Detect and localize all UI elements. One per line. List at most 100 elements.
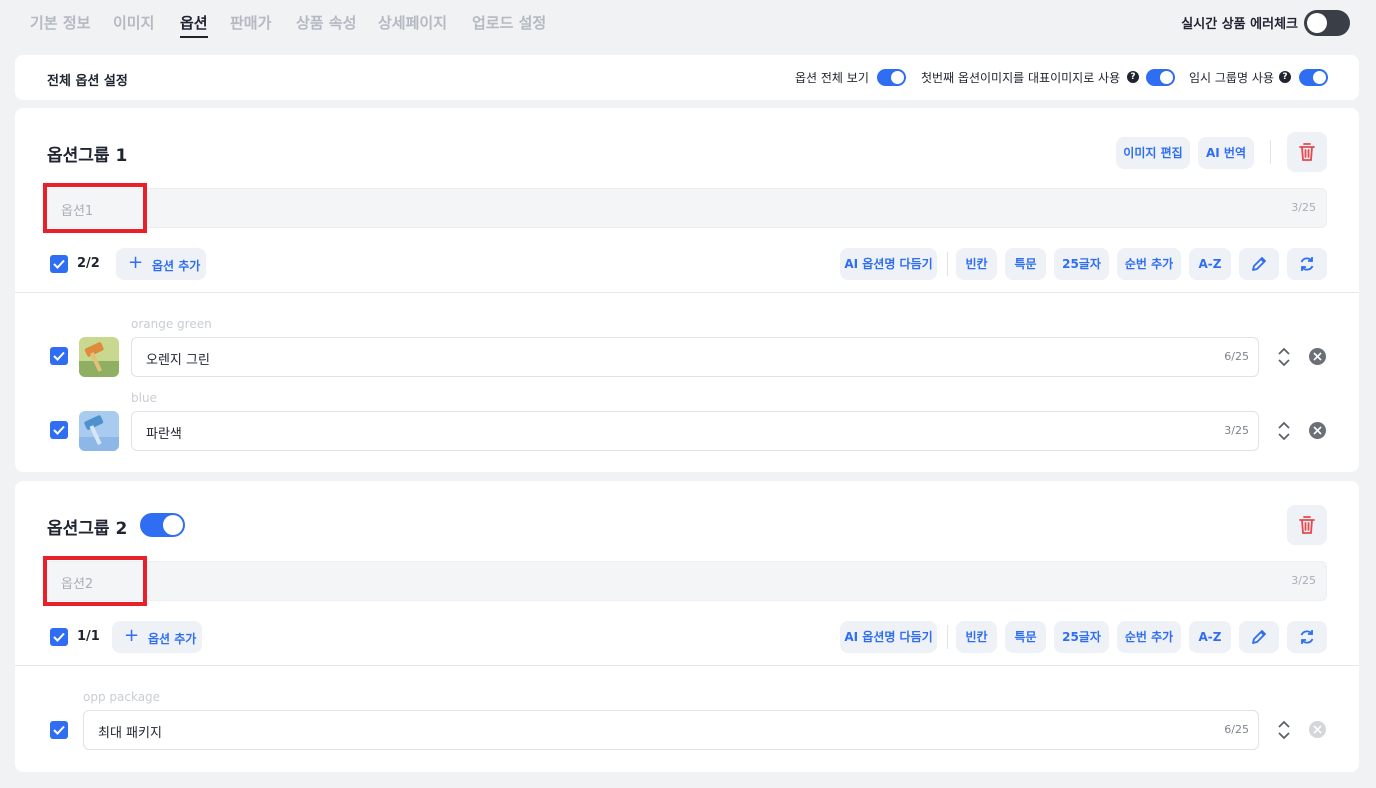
check-icon (53, 351, 65, 361)
highlight-box (43, 183, 147, 233)
toggle-knob (1313, 71, 1326, 84)
close-icon (1313, 426, 1322, 435)
trash-icon (1299, 143, 1315, 161)
realtime-check-label: 실시간 상품 에러체크 (1181, 17, 1298, 32)
first-image-label: 첫번째 옵션이미지를 대표이미지로 사용 (921, 71, 1121, 85)
refresh-button[interactable] (1287, 621, 1327, 653)
limit-25-button[interactable]: 25글자 (1054, 621, 1109, 653)
temp-group-label: 임시 그룹명 사용 (1189, 71, 1274, 85)
select-all-checkbox[interactable] (50, 255, 68, 273)
char-count: 6/25 (1224, 723, 1249, 736)
check-icon (53, 425, 65, 435)
temp-group-toggle[interactable] (1299, 69, 1328, 86)
group-name-input[interactable]: 옵션2 3/25 (45, 561, 1327, 601)
select-all-checkbox[interactable] (50, 628, 68, 646)
realtime-check-toggle[interactable] (1304, 10, 1350, 36)
limit-25-button[interactable]: 25글자 (1054, 248, 1109, 280)
option-checkbox[interactable] (50, 421, 68, 439)
add-option-button[interactable]: + 옵션 추가 (112, 621, 202, 653)
close-icon (1313, 725, 1322, 734)
option-original-name: opp package (83, 690, 161, 704)
add-option-button[interactable]: + 옵션 추가 (116, 248, 206, 280)
delete-group-button[interactable] (1287, 505, 1327, 545)
tab-price[interactable]: 판매가 (230, 12, 271, 33)
remove-icon[interactable] (1309, 422, 1326, 439)
group-title: 옵션그룹 1 (47, 146, 128, 166)
selected-count: 2/2 (77, 256, 100, 271)
remove-icon[interactable] (1309, 348, 1326, 365)
option-checkbox[interactable] (50, 347, 68, 365)
option-name-input[interactable]: 오렌지 그린 6/25 (131, 337, 1259, 377)
option-original-name: orange green (131, 317, 212, 331)
option-value: 오렌지 그린 (146, 353, 210, 368)
option-thumbnail[interactable] (79, 411, 119, 451)
selected-count: 1/1 (77, 629, 100, 644)
divider (15, 292, 1359, 293)
divider (947, 625, 948, 649)
plus-icon: + (128, 252, 144, 273)
tab-options[interactable]: 옵션 (180, 12, 208, 38)
char-count: 3/25 (1224, 424, 1249, 437)
tab-detail-page[interactable]: 상세페이지 (378, 12, 447, 33)
option-image (79, 411, 119, 451)
highlight-box (43, 556, 147, 606)
group-name-input[interactable]: 옵션1 3/25 (45, 188, 1327, 228)
ai-translate-button[interactable]: AI 번역 (1198, 137, 1254, 169)
settings-title: 전체 옵션 설정 (47, 74, 128, 89)
group-enable-toggle[interactable] (140, 513, 185, 537)
toggle-knob (1160, 71, 1173, 84)
option-checkbox[interactable] (50, 721, 68, 739)
option-group-2: 옵션그룹 2 옵션2 3/25 1/1 + 옵션 추가 AI 옵션명 다듬기 빈… (15, 481, 1359, 772)
option-value: 최대 패키지 (98, 726, 162, 741)
tab-upload-settings[interactable]: 업로드 설정 (472, 12, 546, 33)
toggle-knob (1307, 13, 1327, 33)
option-thumbnail[interactable] (79, 337, 119, 377)
refresh-button[interactable] (1287, 248, 1327, 280)
sort-az-button[interactable]: A-Z (1189, 621, 1231, 653)
plus-icon: + (124, 625, 140, 646)
check-icon (53, 632, 65, 642)
check-icon (53, 259, 65, 269)
option-name-input[interactable]: 파란색 3/25 (131, 411, 1259, 451)
ai-refine-button[interactable]: AI 옵션명 다듬기 (840, 248, 937, 280)
refresh-icon (1300, 257, 1314, 271)
option-value: 파란색 (146, 427, 182, 442)
divider (15, 665, 1359, 666)
global-option-settings: 전체 옵션 설정 옵션 전체 보기 첫번째 옵션이미지를 대표이미지로 사용 ?… (15, 55, 1359, 100)
sort-icon[interactable] (1277, 421, 1291, 441)
check-icon (53, 725, 65, 735)
edit-button[interactable] (1239, 621, 1279, 653)
special-char-button[interactable]: 특문 (1005, 248, 1046, 280)
first-image-toggle[interactable] (1146, 69, 1175, 86)
view-all-toggle[interactable] (877, 69, 906, 86)
option-image (79, 337, 119, 377)
pencil-icon (1252, 257, 1266, 271)
group-title: 옵션그룹 2 (47, 519, 128, 539)
add-option-label: 옵션 추가 (152, 259, 201, 273)
view-all-label: 옵션 전체 보기 (795, 71, 869, 85)
tab-images[interactable]: 이미지 (113, 12, 154, 33)
special-char-button[interactable]: 특문 (1005, 621, 1046, 653)
char-count: 3/25 (1291, 574, 1316, 587)
tab-attributes[interactable]: 상품 속성 (296, 12, 356, 33)
sort-icon[interactable] (1277, 347, 1291, 367)
edit-button[interactable] (1239, 248, 1279, 280)
refresh-icon (1300, 630, 1314, 644)
ai-refine-button[interactable]: AI 옵션명 다듬기 (840, 621, 937, 653)
sort-az-button[interactable]: A-Z (1189, 248, 1231, 280)
image-edit-button[interactable]: 이미지 편집 (1116, 137, 1190, 169)
option-original-name: blue (131, 391, 157, 405)
add-sequence-button[interactable]: 순번 추가 (1117, 248, 1181, 280)
help-icon[interactable]: ? (1127, 71, 1139, 83)
divider (1270, 140, 1271, 164)
add-sequence-button[interactable]: 순번 추가 (1117, 621, 1181, 653)
blank-button[interactable]: 빈칸 (956, 248, 997, 280)
top-tab-bar: 기본 정보 이미지 옵션 판매가 상품 속성 상세페이지 업로드 설정 실시간 … (0, 0, 1376, 46)
delete-group-button[interactable] (1287, 132, 1327, 172)
blank-button[interactable]: 빈칸 (956, 621, 997, 653)
help-icon[interactable]: ? (1279, 71, 1291, 83)
option-name-input[interactable]: 최대 패키지 6/25 (83, 710, 1259, 750)
sort-icon[interactable] (1277, 720, 1291, 740)
divider (947, 252, 948, 276)
tab-basic-info[interactable]: 기본 정보 (30, 12, 90, 33)
